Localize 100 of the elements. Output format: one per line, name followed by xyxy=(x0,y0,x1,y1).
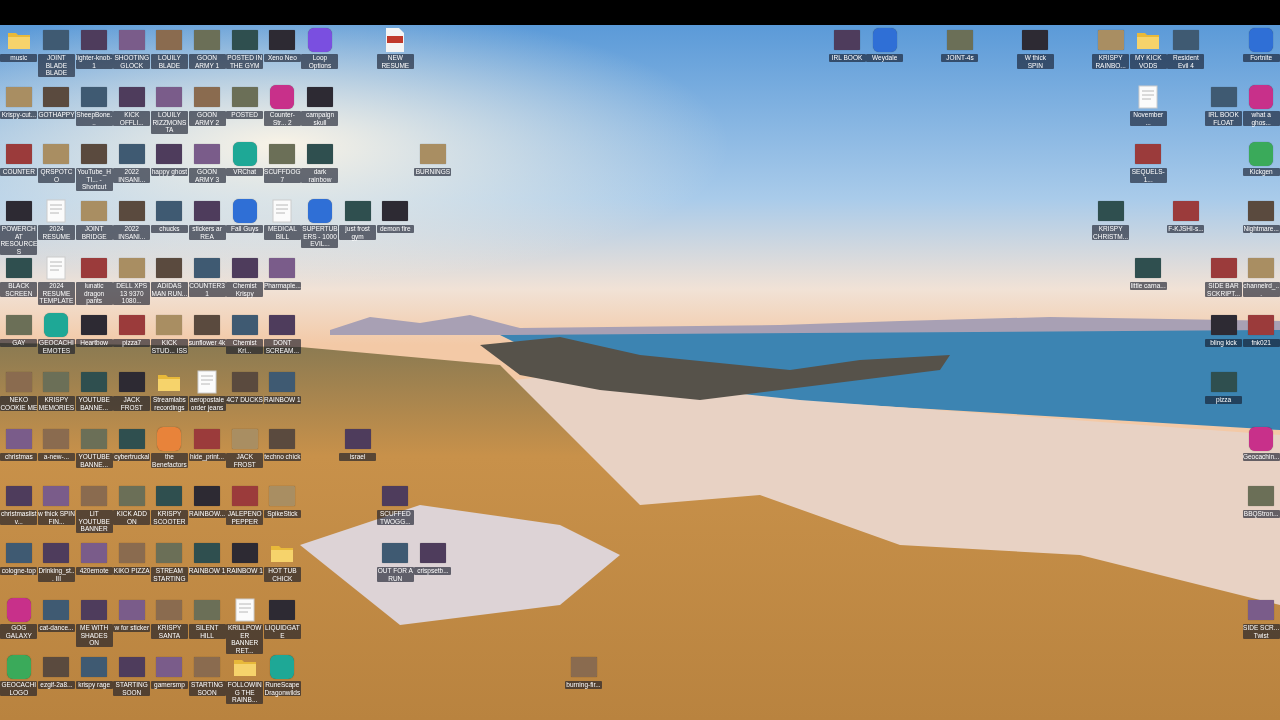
image-thumbnail[interactable] xyxy=(156,543,183,563)
app-icon[interactable] xyxy=(6,598,31,622)
image-thumbnail[interactable] xyxy=(231,486,258,506)
image-thumbnail[interactable] xyxy=(81,543,108,563)
folder-icon[interactable] xyxy=(157,372,182,392)
app-icon[interactable] xyxy=(232,199,257,223)
image-thumbnail[interactable] xyxy=(1097,30,1124,50)
image-thumbnail[interactable] xyxy=(231,258,258,278)
image-thumbnail[interactable] xyxy=(5,543,32,563)
image-thumbnail[interactable] xyxy=(231,429,258,449)
image-thumbnail[interactable] xyxy=(118,315,145,335)
image-thumbnail[interactable] xyxy=(344,201,371,221)
image-thumbnail[interactable] xyxy=(1097,201,1124,221)
image-thumbnail[interactable] xyxy=(118,30,145,50)
app-icon[interactable] xyxy=(1249,85,1274,109)
image-thumbnail[interactable] xyxy=(118,372,145,392)
image-thumbnail[interactable] xyxy=(231,372,258,392)
image-thumbnail[interactable] xyxy=(81,315,108,335)
image-thumbnail[interactable] xyxy=(81,144,108,164)
image-thumbnail[interactable] xyxy=(231,315,258,335)
image-thumbnail[interactable] xyxy=(81,429,108,449)
image-thumbnail[interactable] xyxy=(344,429,371,449)
image-thumbnail[interactable] xyxy=(307,87,333,107)
image-thumbnail[interactable] xyxy=(419,144,446,164)
image-thumbnail[interactable] xyxy=(1210,87,1237,107)
image-thumbnail[interactable] xyxy=(43,372,70,392)
image-thumbnail[interactable] xyxy=(81,657,108,677)
image-thumbnail[interactable] xyxy=(156,30,183,50)
image-thumbnail[interactable] xyxy=(118,144,145,164)
image-thumbnail[interactable] xyxy=(43,30,70,50)
image-thumbnail[interactable] xyxy=(269,429,296,449)
image-thumbnail[interactable] xyxy=(194,315,221,335)
image-thumbnail[interactable] xyxy=(269,600,296,620)
app-icon[interactable] xyxy=(44,313,69,337)
app-icon[interactable] xyxy=(1249,427,1274,451)
image-thumbnail[interactable] xyxy=(194,144,221,164)
image-thumbnail[interactable] xyxy=(231,543,258,563)
image-thumbnail[interactable] xyxy=(118,657,145,677)
image-thumbnail[interactable] xyxy=(81,486,108,506)
image-thumbnail[interactable] xyxy=(307,144,333,164)
app-icon[interactable] xyxy=(232,142,257,166)
image-thumbnail[interactable] xyxy=(43,600,70,620)
image-thumbnail[interactable] xyxy=(194,258,221,278)
image-thumbnail[interactable] xyxy=(382,543,409,563)
image-thumbnail[interactable] xyxy=(1248,258,1275,278)
image-thumbnail[interactable] xyxy=(1248,486,1275,506)
image-thumbnail[interactable] xyxy=(81,87,108,107)
image-thumbnail[interactable] xyxy=(118,600,145,620)
image-thumbnail[interactable] xyxy=(81,201,108,221)
folder-icon[interactable] xyxy=(1136,30,1161,50)
image-thumbnail[interactable] xyxy=(5,486,32,506)
image-thumbnail[interactable] xyxy=(81,30,108,50)
image-thumbnail[interactable] xyxy=(81,372,108,392)
image-thumbnail[interactable] xyxy=(156,201,183,221)
document-icon[interactable] xyxy=(46,199,67,223)
image-thumbnail[interactable] xyxy=(156,600,183,620)
image-thumbnail[interactable] xyxy=(1022,30,1049,50)
document-icon[interactable] xyxy=(46,256,67,280)
image-thumbnail[interactable] xyxy=(1210,372,1237,392)
image-thumbnail[interactable] xyxy=(118,87,145,107)
image-thumbnail[interactable] xyxy=(194,600,221,620)
image-thumbnail[interactable] xyxy=(947,30,973,50)
image-thumbnail[interactable] xyxy=(5,201,32,221)
app-icon[interactable] xyxy=(872,28,897,52)
image-thumbnail[interactable] xyxy=(5,87,32,107)
image-thumbnail[interactable] xyxy=(269,315,296,335)
image-thumbnail[interactable] xyxy=(156,315,183,335)
image-thumbnail[interactable] xyxy=(156,657,183,677)
image-thumbnail[interactable] xyxy=(194,657,221,677)
image-thumbnail[interactable] xyxy=(419,543,446,563)
image-thumbnail[interactable] xyxy=(194,30,221,50)
image-thumbnail[interactable] xyxy=(156,258,183,278)
image-thumbnail[interactable] xyxy=(43,657,70,677)
document-icon[interactable] xyxy=(272,199,293,223)
image-thumbnail[interactable] xyxy=(156,144,183,164)
image-thumbnail[interactable] xyxy=(269,486,296,506)
image-thumbnail[interactable] xyxy=(43,543,70,563)
image-thumbnail[interactable] xyxy=(43,429,70,449)
image-thumbnail[interactable] xyxy=(43,144,70,164)
image-thumbnail[interactable] xyxy=(1210,315,1237,335)
image-thumbnail[interactable] xyxy=(1172,201,1199,221)
image-thumbnail[interactable] xyxy=(118,486,145,506)
app-icon[interactable] xyxy=(308,28,332,52)
image-thumbnail[interactable] xyxy=(1248,315,1275,335)
image-thumbnail[interactable] xyxy=(156,486,183,506)
image-thumbnail[interactable] xyxy=(834,30,861,50)
app-icon[interactable] xyxy=(308,199,332,223)
image-thumbnail[interactable] xyxy=(1210,258,1237,278)
image-thumbnail[interactable] xyxy=(5,429,32,449)
image-thumbnail[interactable] xyxy=(1135,258,1162,278)
app-icon[interactable] xyxy=(270,85,295,109)
image-thumbnail[interactable] xyxy=(1135,144,1162,164)
folder-icon[interactable] xyxy=(270,543,295,563)
image-thumbnail[interactable] xyxy=(194,201,221,221)
document-icon[interactable] xyxy=(1138,85,1159,109)
image-thumbnail[interactable] xyxy=(81,258,108,278)
image-thumbnail[interactable] xyxy=(269,30,296,50)
app-icon[interactable] xyxy=(1249,28,1274,52)
image-thumbnail[interactable] xyxy=(5,258,32,278)
image-thumbnail[interactable] xyxy=(269,372,296,392)
